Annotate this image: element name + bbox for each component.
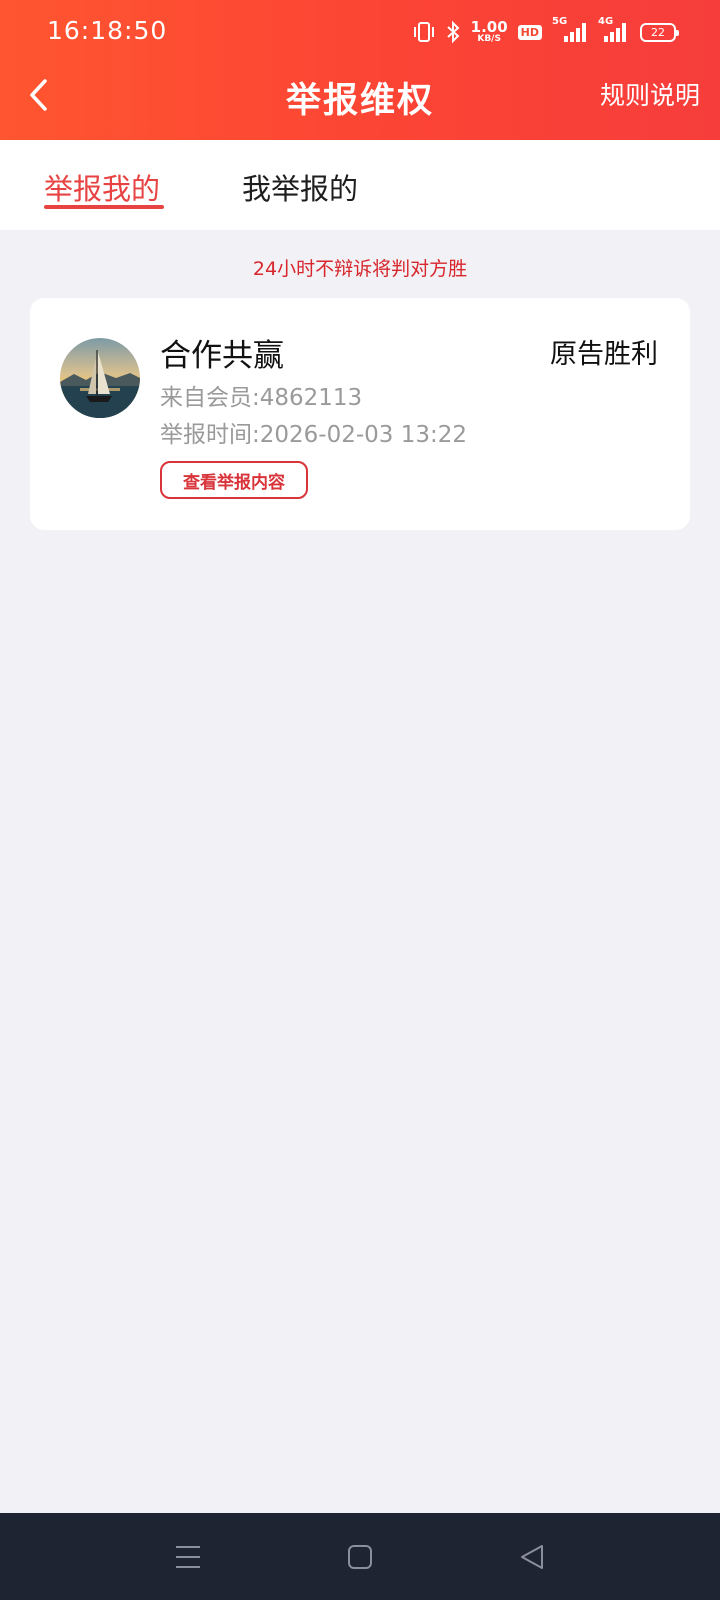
vibrate-icon — [413, 20, 435, 44]
battery-icon: 22 — [640, 22, 679, 42]
report-name: 合作共赢 — [160, 338, 284, 374]
report-member: 来自会员:4862113 — [160, 385, 363, 411]
tab-reported-me[interactable]: 举报我的 — [44, 166, 160, 208]
report-result: 原告胜利 — [550, 339, 658, 370]
system-nav-bar — [0, 1513, 720, 1600]
status-icons: 1.00 KB/S HD 5G 4G 22 — [413, 16, 679, 46]
home-button[interactable] — [344, 1541, 376, 1573]
hd-badge: HD — [517, 24, 542, 40]
nav-bar: 举报维权 规则说明 — [0, 64, 720, 140]
net-speed: 1.00 KB/S — [471, 20, 508, 44]
menu-button[interactable] — [172, 1541, 204, 1573]
net-speed-value: 1.00 — [470, 18, 508, 36]
notice-text: 24小时不辩诉将判对方胜 — [252, 258, 468, 280]
app-header: 16:18:50 1.00 KB/S HD 5G 4G 22 举报维权 规则说明 — [0, 0, 720, 140]
tab-my-reports[interactable]: 我举报的 — [242, 166, 358, 208]
back-triangle-icon — [521, 1545, 543, 1569]
status-time: 16:18:50 — [47, 16, 168, 45]
signal-5g-icon: 5G — [552, 16, 588, 44]
menu-icon — [176, 1546, 200, 1568]
active-tab-indicator — [44, 205, 164, 209]
report-card: 合作共赢 原告胜利 来自会员:4862113 举报时间:2026-02-03 1… — [30, 298, 690, 530]
bluetooth-icon — [445, 20, 461, 44]
network-4g-label: 4G — [598, 16, 614, 27]
tab-bar: 举报我的 我举报的 — [0, 140, 720, 230]
net-speed-unit: KB/S — [477, 34, 501, 44]
network-5g-label: 5G — [552, 16, 568, 27]
system-back-button[interactable] — [516, 1541, 548, 1573]
battery-level: 22 — [651, 25, 665, 39]
home-icon — [348, 1545, 372, 1569]
view-report-button[interactable]: 查看举报内容 — [160, 461, 308, 499]
signal-4g-icon: 4G — [598, 16, 630, 44]
rules-button[interactable]: 规则说明 — [600, 76, 700, 112]
avatar — [60, 338, 140, 418]
report-time: 举报时间:2026-02-03 13:22 — [160, 422, 468, 448]
status-bar: 16:18:50 1.00 KB/S HD 5G 4G 22 — [0, 0, 720, 64]
